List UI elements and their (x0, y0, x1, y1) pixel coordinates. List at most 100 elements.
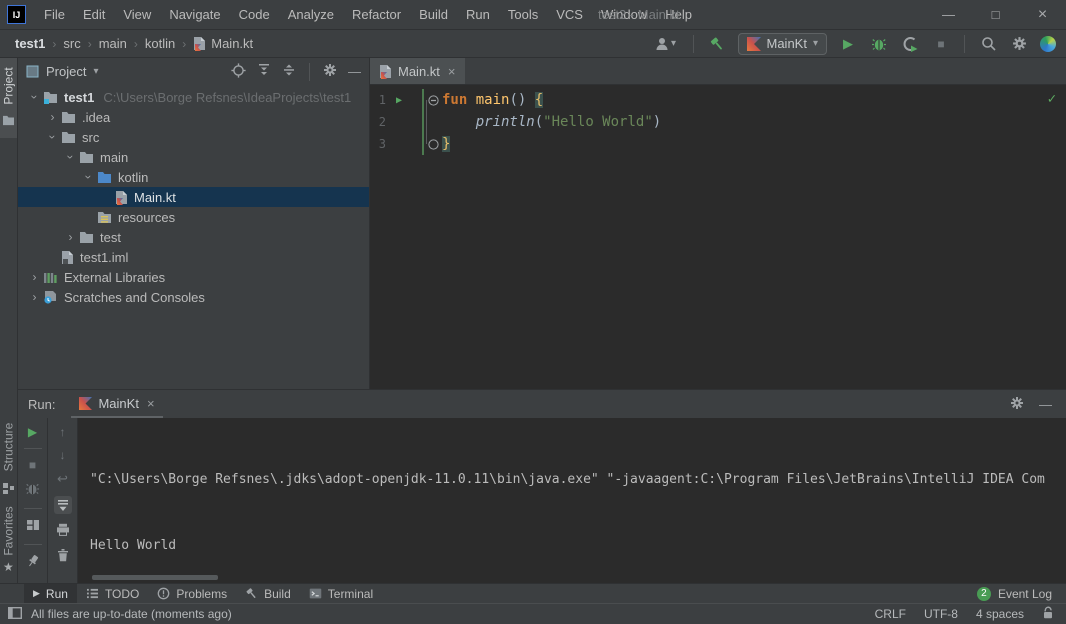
menu-run[interactable]: Run (457, 0, 499, 30)
run-with-coverage-button[interactable] (900, 34, 920, 54)
run-gutter-icon[interactable]: ▶ (386, 95, 412, 106)
editor-tab-mainkt[interactable]: Main.kt × (370, 58, 465, 84)
chevron-right-icon: › (178, 37, 190, 51)
stripe-button-structure[interactable]: Structure (0, 418, 17, 476)
tree-row-scratches[interactable]: › Scratches and Consoles (18, 287, 369, 307)
toolwindow-terminal-button[interactable]: Terminal (300, 584, 382, 604)
menu-vcs[interactable]: VCS (547, 0, 592, 30)
breadcrumb-file[interactable]: Main.kt (190, 36, 256, 51)
status-message: All files are up-to-date (moments ago) (31, 607, 232, 621)
expand-chevron-icon[interactable]: › (28, 89, 42, 106)
menu-navigate[interactable]: Navigate (160, 0, 229, 30)
vcs-user-icon[interactable]: ▾ (652, 34, 680, 54)
menu-analyze[interactable]: Analyze (279, 0, 343, 30)
close-window-button[interactable]: × (1019, 0, 1066, 30)
project-panel-actions: — (231, 63, 361, 81)
indent-widget[interactable]: 4 spaces (976, 607, 1024, 621)
project-view-select[interactable]: Project ▾ (26, 64, 99, 79)
project-settings-gear-icon[interactable] (323, 63, 337, 80)
collapse-chevron-icon[interactable]: › (62, 230, 79, 244)
hide-panel-icon[interactable]: — (348, 64, 361, 79)
soft-wrap-icon[interactable]: ↩ (57, 471, 68, 487)
toolwindow-run-button[interactable]: ▶ Run (24, 584, 77, 604)
run-tab-mainkt[interactable]: MainKt × (71, 390, 162, 418)
collapse-chevron-icon[interactable]: › (44, 110, 61, 124)
print-icon[interactable] (56, 523, 70, 539)
breadcrumb-kotlin[interactable]: kotlin (142, 36, 178, 51)
lock-icon[interactable] (1042, 606, 1054, 623)
menu-build[interactable]: Build (410, 0, 457, 30)
tree-row-main[interactable]: › main (18, 147, 369, 167)
tree-row-mainkt[interactable]: › Main.kt (18, 187, 369, 207)
run-console-output[interactable]: "C:\Users\Borge Refsnes\.jdks\adopt-open… (78, 418, 1066, 583)
code-editor[interactable]: 1 ▶ fun main() { 2 println("Hello World (370, 85, 1066, 389)
restore-layout-icon[interactable] (26, 518, 40, 535)
pin-tab-icon[interactable] (26, 554, 40, 571)
line-ending-widget[interactable]: CRLF (875, 607, 906, 621)
tree-label: kotlin (118, 170, 148, 185)
expand-chevron-icon[interactable]: › (64, 149, 78, 166)
expand-all-icon[interactable] (257, 63, 271, 80)
debug-button[interactable] (869, 34, 889, 54)
breadcrumb-src[interactable]: src (60, 36, 83, 51)
tree-row-iml[interactable]: › test1.iml (18, 247, 369, 267)
close-tab-icon[interactable]: × (147, 396, 155, 411)
expand-chevron-icon[interactable]: › (82, 169, 96, 186)
tree-label: Main.kt (134, 190, 176, 205)
stop-process-button[interactable]: ■ (29, 458, 36, 472)
hide-panel-icon[interactable]: — (1039, 397, 1052, 412)
close-tab-icon[interactable]: × (448, 64, 456, 79)
stop-button[interactable]: ■ (931, 34, 951, 54)
menu-view[interactable]: View (114, 0, 160, 30)
menu-file[interactable]: File (35, 0, 74, 30)
locate-file-icon[interactable] (231, 63, 246, 81)
event-log-button[interactable]: 2 Event Log (977, 587, 1066, 601)
clear-all-trash-icon[interactable] (57, 548, 69, 565)
menu-code[interactable]: Code (230, 0, 279, 30)
line-number: 1 (374, 93, 386, 107)
run-button[interactable]: ▶ (838, 34, 858, 54)
menu-edit[interactable]: Edit (74, 0, 114, 30)
search-everywhere-icon[interactable] (978, 34, 998, 54)
toolwindow-switcher-icon[interactable] (8, 607, 22, 622)
tree-row-src[interactable]: › src (18, 127, 369, 147)
menu-tools[interactable]: Tools (499, 0, 547, 30)
run-configuration-select[interactable]: MainKt ▾ (738, 33, 828, 55)
tree-label: External Libraries (64, 270, 165, 285)
tree-row-test1[interactable]: › test1 C:\Users\Borge Refsnes\IdeaProje… (18, 87, 369, 107)
minimize-button[interactable]: — (925, 0, 972, 30)
toolwindow-problems-button[interactable]: Problems (148, 584, 236, 604)
rerun-debug-icon[interactable] (25, 481, 40, 499)
toolwindow-todo-button[interactable]: TODO (77, 584, 148, 604)
run-settings-gear-icon[interactable] (1010, 396, 1024, 413)
collapse-chevron-icon[interactable]: › (26, 290, 43, 304)
breadcrumb-main[interactable]: main (96, 36, 130, 51)
horizontal-scrollbar-thumb[interactable] (92, 575, 218, 580)
collapse-all-icon[interactable] (282, 63, 296, 80)
tree-row-external-libraries[interactable]: › External Libraries (18, 267, 369, 287)
kotlin-file-icon (379, 64, 392, 79)
up-stack-trace-icon[interactable]: ↑ (60, 425, 66, 439)
toolwindow-build-button[interactable]: Build (236, 584, 300, 604)
stripe-button-project[interactable]: Project (0, 62, 17, 110)
maximize-button[interactable]: □ (972, 0, 1019, 30)
settings-gear-icon[interactable] (1009, 34, 1029, 54)
collapse-chevron-icon[interactable]: › (26, 270, 43, 284)
expand-chevron-icon[interactable]: › (46, 129, 60, 146)
code-text: } (442, 136, 450, 152)
tree-row-test[interactable]: › test (18, 227, 369, 247)
stripe-button-favorites[interactable]: Favorites (0, 504, 17, 558)
down-stack-trace-icon[interactable]: ↓ (60, 448, 66, 462)
breadcrumb-project[interactable]: test1 (12, 36, 48, 51)
inspections-ok-check-icon[interactable]: ✓ (1048, 91, 1056, 107)
build-project-icon[interactable] (707, 34, 727, 54)
intellij-logo-icon: IJ (7, 5, 26, 24)
menu-refactor[interactable]: Refactor (343, 0, 410, 30)
code-with-me-icon[interactable] (1040, 36, 1056, 52)
encoding-widget[interactable]: UTF-8 (924, 607, 958, 621)
rerun-button[interactable]: ▶ (28, 425, 37, 439)
tree-row-kotlin[interactable]: › kotlin (18, 167, 369, 187)
scroll-to-end-icon[interactable] (54, 496, 72, 514)
tree-row-idea[interactable]: › .idea (18, 107, 369, 127)
tree-row-resources[interactable]: › resources (18, 207, 369, 227)
